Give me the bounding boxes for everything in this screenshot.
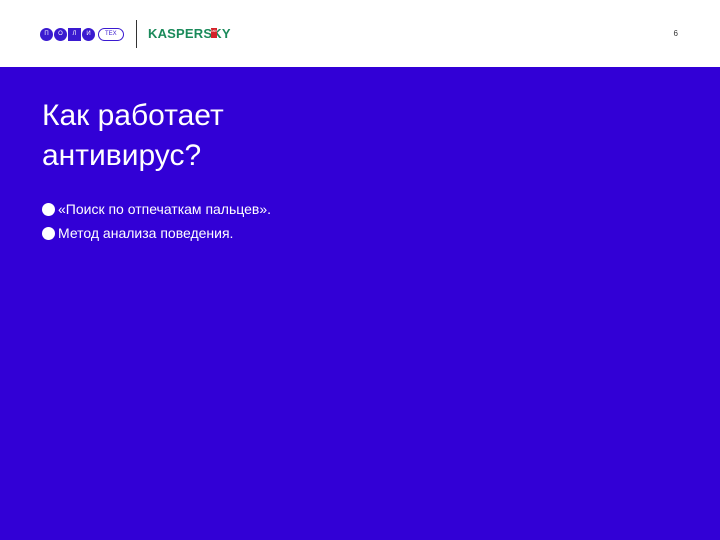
slide-header: П О Л И ТЕХ KASPERSKY lab 6: [0, 0, 720, 67]
logo-letter-4: И: [82, 27, 95, 41]
title-line-1: Как работает: [42, 99, 224, 132]
logo-letter-3: Л: [68, 27, 81, 41]
logo-suffix: ТЕХ: [98, 27, 124, 41]
kaspersky-logo: KASPERSKY: [148, 26, 231, 41]
page-number: 6: [673, 29, 678, 38]
logo-letter-2: О: [54, 27, 67, 41]
title-line-2: антивирус?: [42, 139, 202, 172]
polytech-logo: П О Л И ТЕХ: [40, 27, 124, 41]
bullet-text: «Поиск по отпечаткам пальцев».: [58, 201, 272, 217]
slide-title: Как работает антивирус?: [42, 96, 442, 176]
bullet-dot-icon: [42, 226, 55, 240]
bullet-text: Метод анализа поведения.: [58, 225, 234, 241]
bullet-dot-icon: [42, 202, 55, 216]
bullet-list: «Поиск по отпечаткам пальцев». Метод ана…: [42, 197, 271, 245]
bullet-item: «Поиск по отпечаткам пальцев».: [42, 197, 271, 221]
logo-letter-1: П: [40, 27, 53, 41]
bullet-item: Метод анализа поведения.: [42, 221, 271, 245]
kaspersky-lab-badge: lab: [211, 28, 217, 38]
logo-divider: [136, 20, 137, 48]
